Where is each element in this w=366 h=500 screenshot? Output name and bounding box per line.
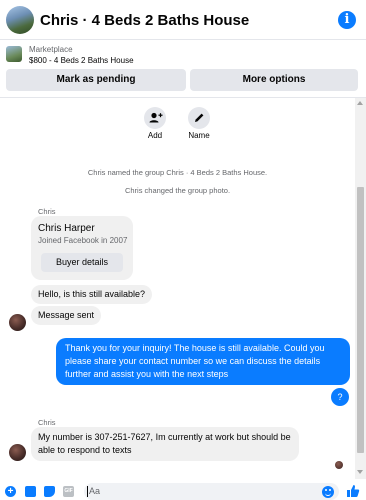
thumbs-up-icon[interactable] (345, 483, 361, 499)
scrollbar-thumb[interactable] (357, 187, 364, 453)
seen-avatar (335, 461, 343, 469)
name-label: Name (188, 131, 210, 140)
message-input[interactable] (84, 483, 339, 500)
sender-avatar[interactable] (9, 444, 26, 461)
gif-icon[interactable]: GIF (63, 486, 74, 497)
text-caret (87, 486, 88, 497)
marketplace-label: Marketplace (29, 45, 73, 54)
listing-thumbnail[interactable] (6, 46, 22, 62)
listing-detail[interactable]: $800 - 4 Beds 2 Baths House (29, 56, 134, 65)
group-avatar[interactable] (6, 6, 34, 34)
sender-name: Chris (38, 418, 56, 427)
add-label: Add (147, 131, 163, 140)
outgoing-message[interactable]: ? (331, 388, 349, 406)
incoming-message[interactable]: Hello, is this still available? (31, 285, 153, 304)
system-message: Chris named the group Chris · 4 Beds 2 B… (87, 168, 268, 177)
mark-as-pending-button[interactable]: Mark as pending (6, 69, 186, 91)
info-icon[interactable]: i (338, 11, 356, 29)
emoji-icon[interactable] (322, 486, 334, 498)
chat-header: Chris · 4 Beds 2 Baths House i (0, 0, 366, 40)
marketplace-bar: Marketplace $800 - 4 Beds 2 Baths House … (0, 40, 366, 98)
sender-name: Chris (38, 207, 56, 216)
more-options-button[interactable]: More options (190, 69, 358, 91)
system-message: Chris changed the group photo. (124, 186, 231, 195)
contact-joined: Joined Facebook in 2007 (38, 236, 128, 245)
photo-icon[interactable] (25, 486, 36, 497)
contact-card: Chris Harper Joined Facebook in 2007 Buy… (31, 216, 133, 280)
add-person-icon[interactable] (144, 107, 166, 129)
sender-avatar[interactable] (9, 314, 26, 331)
buyer-details-button[interactable]: Buyer details (41, 253, 123, 272)
incoming-message[interactable]: My number is 307-251-7627, Im currently … (31, 427, 299, 461)
plus-icon[interactable]: + (5, 486, 16, 497)
scroll-up-arrow-icon[interactable] (357, 101, 363, 105)
incoming-message[interactable]: Message sent (31, 306, 102, 325)
scroll-down-arrow-icon[interactable] (357, 470, 363, 474)
add-action[interactable]: Add (135, 107, 175, 140)
pencil-icon[interactable] (188, 107, 210, 129)
outgoing-message[interactable]: Thank you for your inquiry! The house is… (56, 338, 350, 385)
chat-title[interactable]: Chris · 4 Beds 2 Baths House (40, 12, 249, 29)
contact-name: Chris Harper (38, 223, 95, 234)
name-action[interactable]: Name (179, 107, 219, 140)
